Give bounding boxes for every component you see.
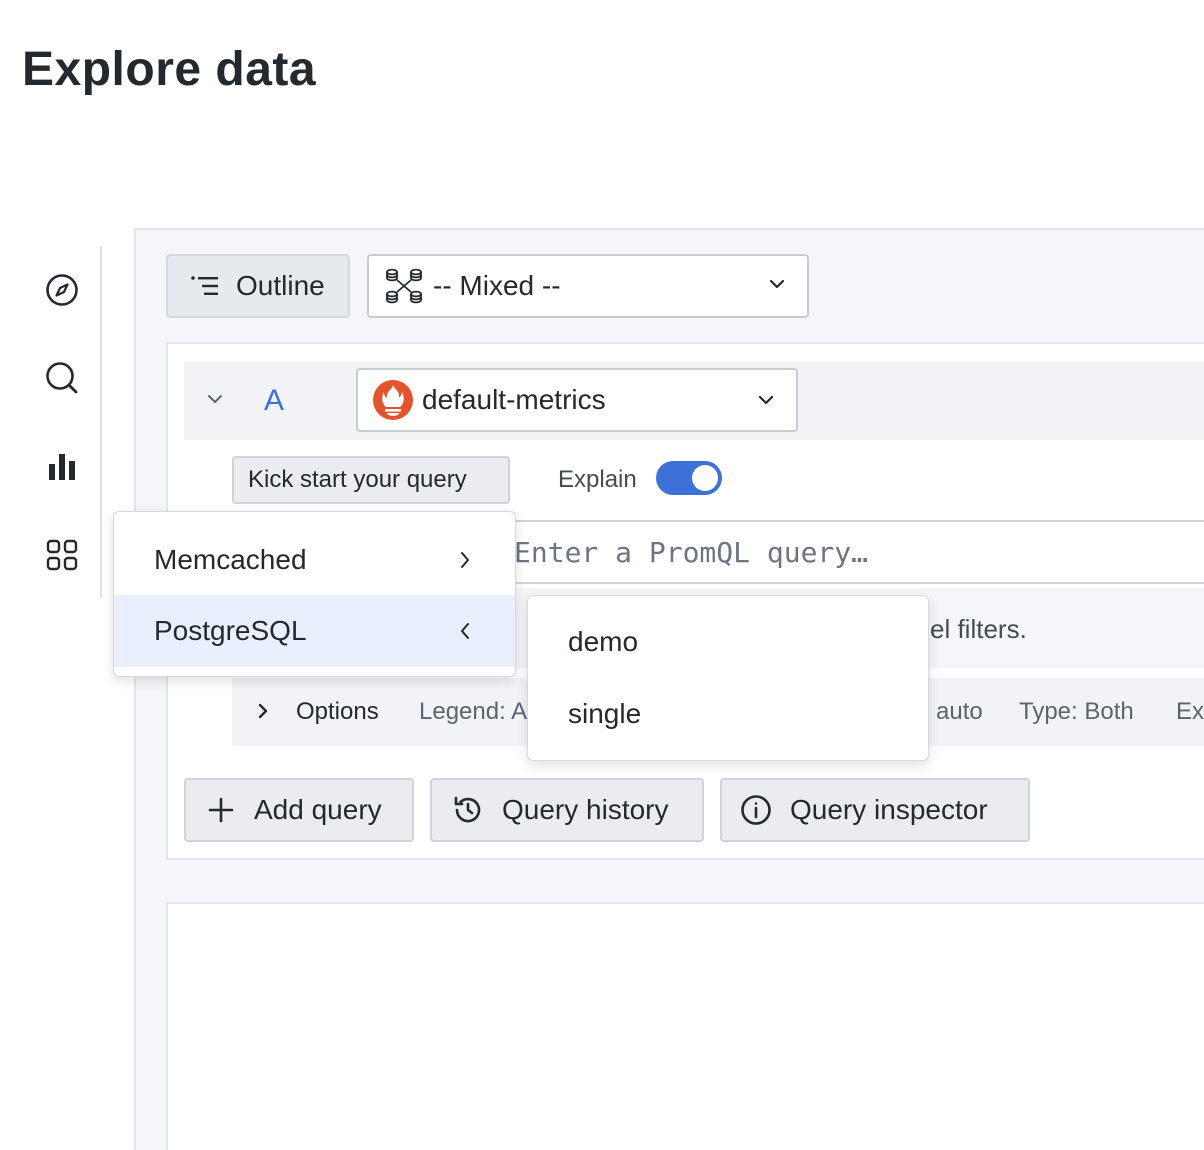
menu-item-label: Memcached [154,544,307,575]
history-icon [452,794,484,826]
chevron-down-icon [769,278,785,290]
query-datasource-value: default-metrics [422,384,606,415]
query-datasource-picker[interactable]: default-metrics [356,368,798,432]
kick-start-label: Kick start your query [248,466,467,493]
options-label: Options [296,698,379,725]
chevron-left-icon [459,621,471,641]
submenu-item-demo[interactable]: demo [528,606,928,678]
submenu-item-single[interactable]: single [528,678,928,750]
compass-icon[interactable] [44,272,80,308]
options-type-label: Type: Both [1019,698,1134,725]
menu-item-memcached[interactable]: Memcached [114,524,515,596]
query-history-label: Query history [502,794,669,825]
list-icon [190,274,220,298]
prometheus-icon [372,379,414,421]
options-legend-label: Legend: A [419,698,528,725]
menu-item-label: PostgreSQL [154,615,307,646]
page-title: Explore data [22,43,317,96]
chevron-down-icon [758,394,774,406]
submenu-item-label: demo [568,626,639,657]
options-step-value: auto [936,698,983,725]
query-inspector-button[interactable]: Query inspector [720,778,1030,842]
outline-button[interactable]: Outline [166,254,350,318]
chevron-right-icon [256,702,270,720]
add-query-label: Add query [254,794,382,825]
datasource-picker-value: -- Mixed -- [433,270,561,301]
info-icon [740,794,772,826]
add-query-button[interactable]: Add query [184,778,414,842]
query-hint-text: el filters. [930,614,1027,644]
explain-toggle[interactable] [656,461,722,495]
options-extra-label: Ex [1176,698,1204,725]
plus-icon [208,797,234,823]
query-inspector-label: Query inspector [790,794,988,825]
results-panel [166,902,1204,1150]
datasource-picker[interactable]: -- Mixed -- [367,254,809,318]
promql-query-input[interactable]: Enter a PromQL query… [510,520,1204,584]
kick-start-query-button[interactable]: Kick start your query [232,456,510,504]
query-history-button[interactable]: Query history [430,778,704,842]
collapse-chevron-icon[interactable] [205,392,225,408]
submenu-item-label: single [568,698,642,729]
rail-divider [100,246,102,598]
search-icon[interactable] [44,360,80,396]
mixed-datasource-icon [385,267,423,305]
toggle-knob [692,465,718,491]
bar-chart-icon[interactable] [44,449,80,485]
kick-start-menu: Memcached PostgreSQL [113,511,516,677]
postgresql-submenu: demo single [527,595,929,761]
chevron-right-icon [459,550,471,570]
apps-grid-icon[interactable] [44,537,80,573]
query-ref-id[interactable]: A [264,384,284,418]
query-input-placeholder: Enter a PromQL query… [514,535,869,569]
explain-label: Explain [558,466,637,493]
menu-item-postgresql[interactable]: PostgreSQL [114,595,515,667]
outline-button-label: Outline [236,270,325,301]
